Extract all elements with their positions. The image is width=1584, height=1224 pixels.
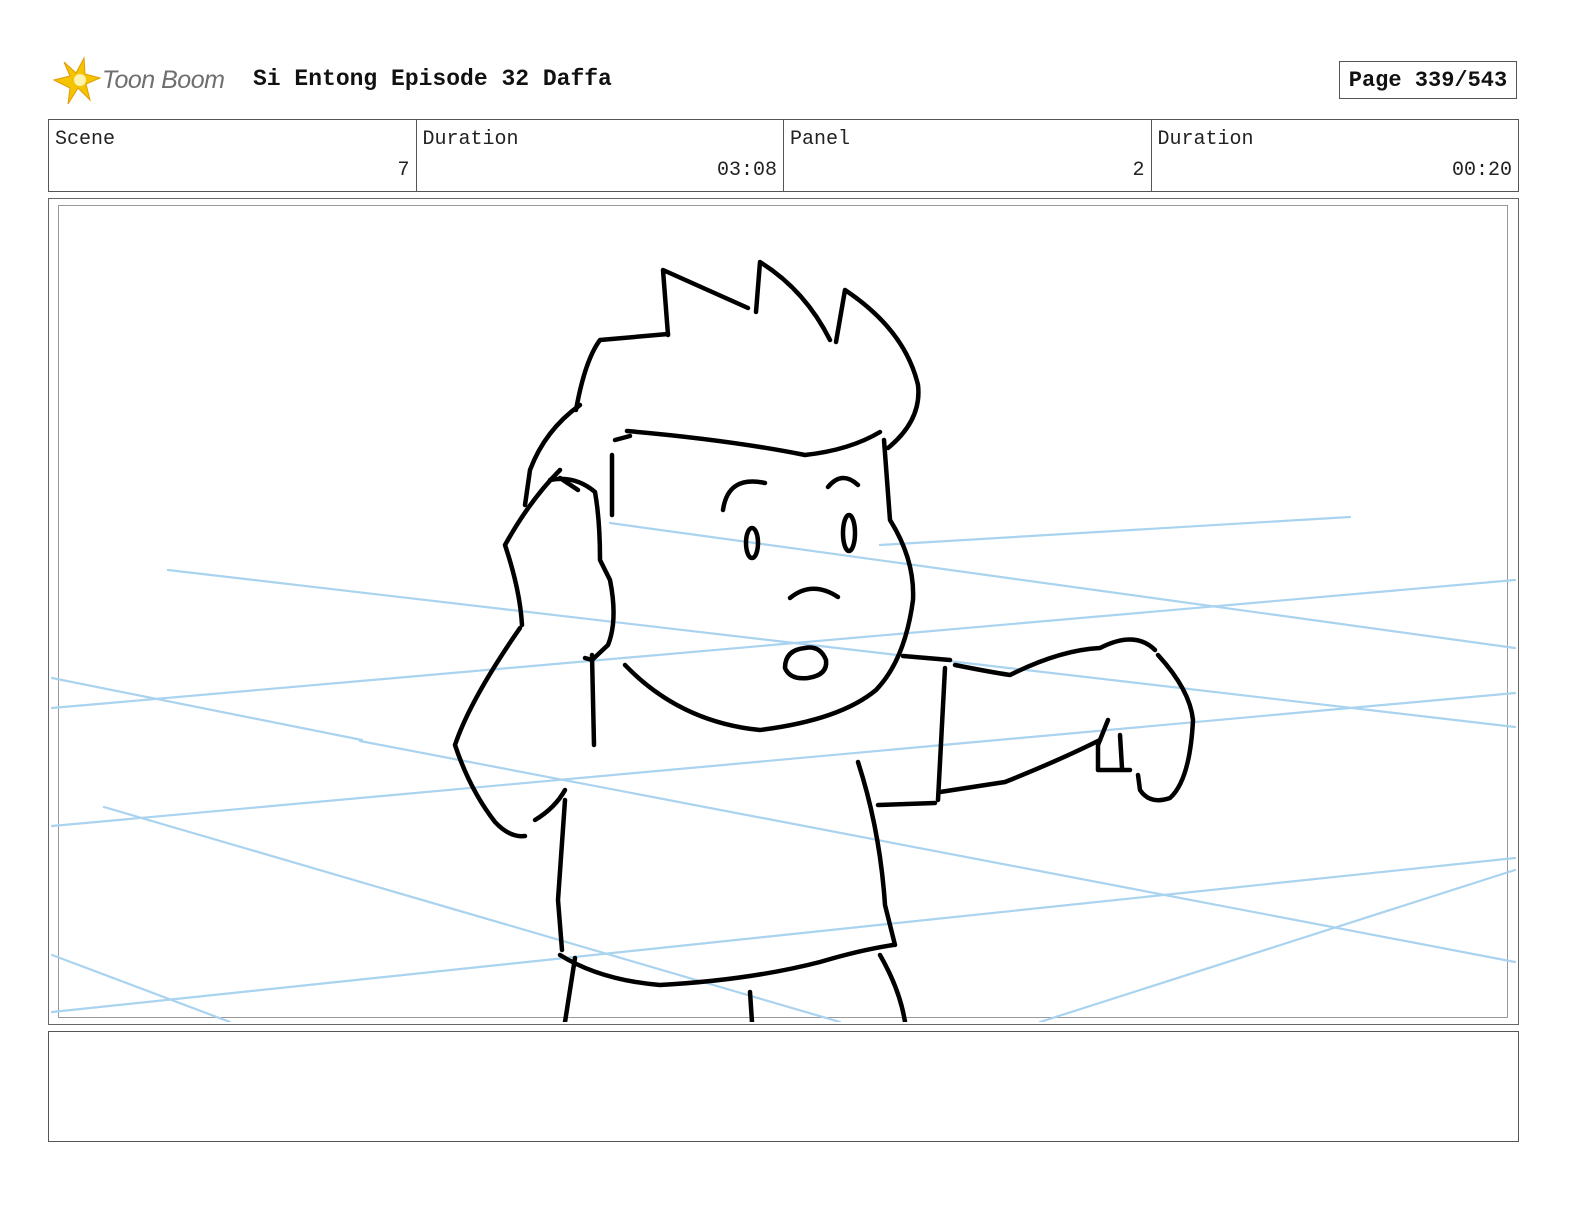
panel-value: 2: [1132, 159, 1145, 182]
starburst-icon: [52, 56, 102, 105]
page-number: Page 339/543: [1339, 61, 1517, 99]
character-sketch: [452, 259, 1196, 1022]
perspective-guide-lines: [50, 515, 1517, 1022]
scene-duration-cell: Duration 03:08: [417, 120, 784, 191]
scene-info-table: Scene 7 Duration 03:08 Panel 2 Duration …: [48, 119, 1519, 192]
panel-duration-value: 00:20: [1451, 159, 1512, 182]
logo-text: Toon Boom: [102, 66, 225, 94]
panel-label: Panel: [790, 128, 851, 151]
panel-duration-cell: Duration 00:20: [1152, 120, 1519, 191]
panel-cell: Panel 2: [784, 120, 1152, 191]
scene-label: Scene: [55, 128, 116, 151]
scene-value: 7: [397, 159, 410, 182]
panel-duration-label: Duration: [1157, 128, 1254, 151]
scene-cell: Scene 7: [49, 120, 417, 191]
storyboard-sketch: [50, 259, 1517, 1022]
document-title: Si Entong Episode 32 Daffa: [253, 66, 612, 92]
scene-duration-value: 03:08: [716, 159, 777, 182]
scene-duration-label: Duration: [422, 128, 519, 151]
toon-boom-logo: Toon Boom: [50, 56, 240, 106]
notes-box: [48, 1031, 1519, 1142]
